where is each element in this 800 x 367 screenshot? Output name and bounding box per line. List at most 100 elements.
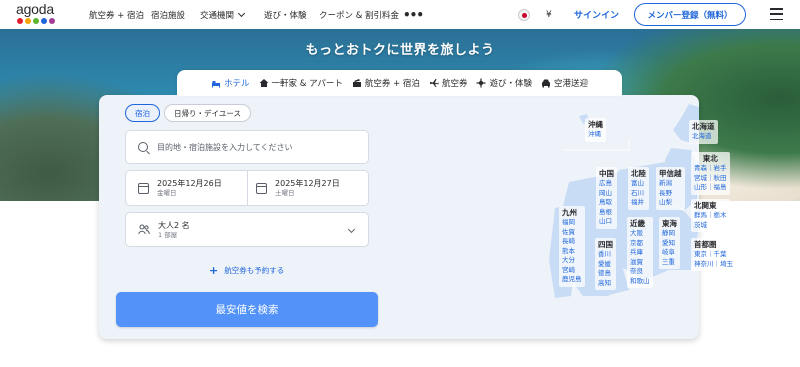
hamburger-menu-icon[interactable] (770, 8, 783, 20)
pref-link[interactable]: 香川 (598, 250, 613, 260)
hero-title: もっとおトクに世界を旅しよう (305, 43, 495, 58)
tab-airport-transfer-label: 空港送迎 (553, 79, 588, 89)
pref-link[interactable]: 沖縄 (588, 130, 603, 140)
pref-link[interactable]: 大分 (562, 256, 582, 266)
tab-house-apartment[interactable]: 一軒家 & アパート (259, 70, 343, 96)
calendar-icon (138, 182, 149, 194)
add-flight-link[interactable]: + 航空券も予約する (209, 265, 284, 276)
nav-activities[interactable]: 遊び・体験 (264, 0, 307, 29)
pref-link[interactable]: 兵庫 (630, 248, 650, 258)
activity-icon (476, 78, 486, 88)
pref-row[interactable]: 東京｜千葉 (694, 250, 733, 260)
pref-row[interactable]: 山形｜福島 (694, 183, 727, 193)
pref-row[interactable]: 宮城｜秋田 (694, 174, 727, 184)
flag-sun (521, 12, 527, 18)
pref-link[interactable]: 三重 (662, 258, 677, 268)
region-chugoku[interactable]: 中国 広島 岡山 鳥取 島根 山口 (596, 167, 617, 229)
guests-selector[interactable]: 大人2 名 1 部屋 (125, 212, 369, 247)
tab-flights-label: 航空券 (441, 79, 468, 89)
tab-flight-hotel-label: 航空券 + 宿泊 (364, 79, 420, 89)
pref-link[interactable]: 高知 (598, 279, 613, 289)
region-koshinetsu[interactable]: 甲信越 新潟 長野 山梨 (656, 167, 685, 210)
tab-hotel[interactable]: ホテル (211, 70, 250, 96)
japan-flag-icon[interactable] (518, 9, 530, 21)
region-hokkaido[interactable]: 北海道 北海道 (689, 120, 718, 144)
pref-row[interactable]: 青森｜岩手 (694, 164, 727, 174)
region-kitakanto[interactable]: 北関東 群馬｜栃木 茨城 (691, 199, 730, 232)
tab-activities[interactable]: 遊び・体験 (476, 70, 532, 96)
tab-flights[interactable]: 航空券 (429, 70, 468, 96)
users-icon (138, 220, 150, 239)
pref-link[interactable]: 和歌山 (630, 277, 650, 287)
tab-airport-transfer[interactable]: 空港送迎 (541, 70, 588, 96)
pref-link[interactable]: 北海道 (692, 132, 715, 142)
signin-link[interactable]: サインイン (574, 0, 619, 29)
pref-link[interactable]: 岡山 (599, 189, 614, 199)
currency-selector[interactable]: ¥ (546, 0, 552, 29)
pref-link[interactable]: 鹿児島 (562, 275, 582, 285)
nav-coupons[interactable]: クーポン & 割引料金 (319, 0, 399, 29)
pref-link[interactable]: 福岡 (562, 218, 582, 228)
search-card: 宿泊 日帰り・デイユース 2025年12月26日 金曜日 2025年12月27日… (99, 95, 736, 339)
region-title: 東北 (702, 154, 718, 163)
region-tohoku[interactable]: 東北 青森｜岩手 宮城｜秋田 山形｜福島 (691, 152, 730, 195)
destination-input[interactable] (157, 142, 357, 152)
pref-link[interactable]: 岐阜 (662, 248, 677, 258)
checkout-date[interactable]: 2025年12月27日 土曜日 (247, 171, 368, 205)
region-tokai[interactable]: 東海 静岡 愛知 岐阜 三重 (659, 217, 680, 269)
region-kinki[interactable]: 近畿 大阪 京都 兵庫 滋賀 奈良 和歌山 (627, 217, 653, 288)
pref-link[interactable]: 新潟 (659, 179, 682, 189)
pref-row[interactable]: 群馬｜栃木 (694, 211, 727, 221)
pref-link[interactable]: 京都 (630, 239, 650, 249)
region-title: 九州 (562, 208, 577, 217)
tab-flight-hotel[interactable]: 航空券 + 宿泊 (352, 70, 420, 96)
nav-transportation[interactable]: 交通機関 (200, 0, 246, 29)
register-button[interactable]: メンバー登録（無料） (634, 3, 746, 26)
pref-link[interactable]: 大阪 (630, 229, 650, 239)
region-shutoken[interactable]: 首都圏 東京｜千葉 神奈川｜埼玉 (691, 238, 736, 271)
pref-link[interactable]: 長野 (659, 189, 682, 199)
nav-flight-hotel[interactable]: 航空券 + 宿泊 (89, 0, 144, 29)
region-title: 北陸 (631, 169, 646, 178)
hamburger-line (770, 13, 783, 15)
pref-link[interactable]: 宮崎 (562, 266, 582, 276)
day-use-pill[interactable]: 日帰り・デイユース (164, 104, 251, 122)
region-shikoku[interactable]: 四国 香川 愛媛 徳島 高知 (595, 238, 616, 290)
checkin-date[interactable]: 2025年12月26日 金曜日 (126, 171, 247, 205)
pref-row[interactable]: 神奈川｜埼玉 (694, 260, 733, 270)
region-title: 北海道 (692, 122, 715, 131)
checkout-weekday: 土曜日 (275, 189, 295, 197)
pref-link[interactable]: 佐賀 (562, 228, 582, 238)
nav-accommodation[interactable]: 宿泊施設 (151, 0, 185, 29)
search-button[interactable]: 最安値を検索 (116, 292, 378, 327)
agoda-logo[interactable]: agoda (16, 1, 58, 25)
pref-link[interactable]: 奈良 (630, 267, 650, 277)
stay-overnight-pill[interactable]: 宿泊 (125, 104, 160, 122)
pref-link[interactable]: 石川 (631, 189, 646, 199)
destination-field[interactable] (125, 130, 369, 164)
pref-link[interactable]: 山口 (599, 217, 614, 227)
pref-link[interactable]: 長崎 (562, 237, 582, 247)
pref-link[interactable]: 徳島 (598, 269, 613, 279)
pref-link[interactable]: 島根 (599, 208, 614, 218)
pref-link[interactable]: 鳥取 (599, 198, 614, 208)
pref-link[interactable]: 愛知 (662, 239, 677, 249)
product-tabs: ホテル 一軒家 & アパート 航空券 + 宿泊 航空券 遊び・体験 空港送迎 (177, 70, 622, 96)
pref-link[interactable]: 山梨 (659, 198, 682, 208)
pref-link[interactable]: 熊本 (562, 247, 582, 257)
pref-link[interactable]: 愛媛 (598, 260, 613, 270)
hotel-icon (211, 78, 221, 88)
pref-link[interactable]: 富山 (631, 179, 646, 189)
region-kyushu[interactable]: 九州 福岡 佐賀 長崎 熊本 大分 宮崎 鹿児島 (559, 206, 585, 287)
pref-row[interactable]: 茨城 (694, 221, 727, 231)
region-hokuriku[interactable]: 北陸 富山 石川 福井 (628, 167, 649, 210)
region-title: 沖縄 (588, 120, 603, 129)
pref-link[interactable]: 福井 (631, 198, 646, 208)
logo-dot (25, 18, 31, 24)
region-okinawa[interactable]: 沖縄 沖縄 (585, 118, 606, 142)
pref-link[interactable]: 滋賀 (630, 258, 650, 268)
more-menu-icon[interactable]: ••• (403, 0, 424, 29)
logo-text: agoda (16, 1, 54, 17)
pref-link[interactable]: 静岡 (662, 229, 677, 239)
pref-link[interactable]: 広島 (599, 179, 614, 189)
